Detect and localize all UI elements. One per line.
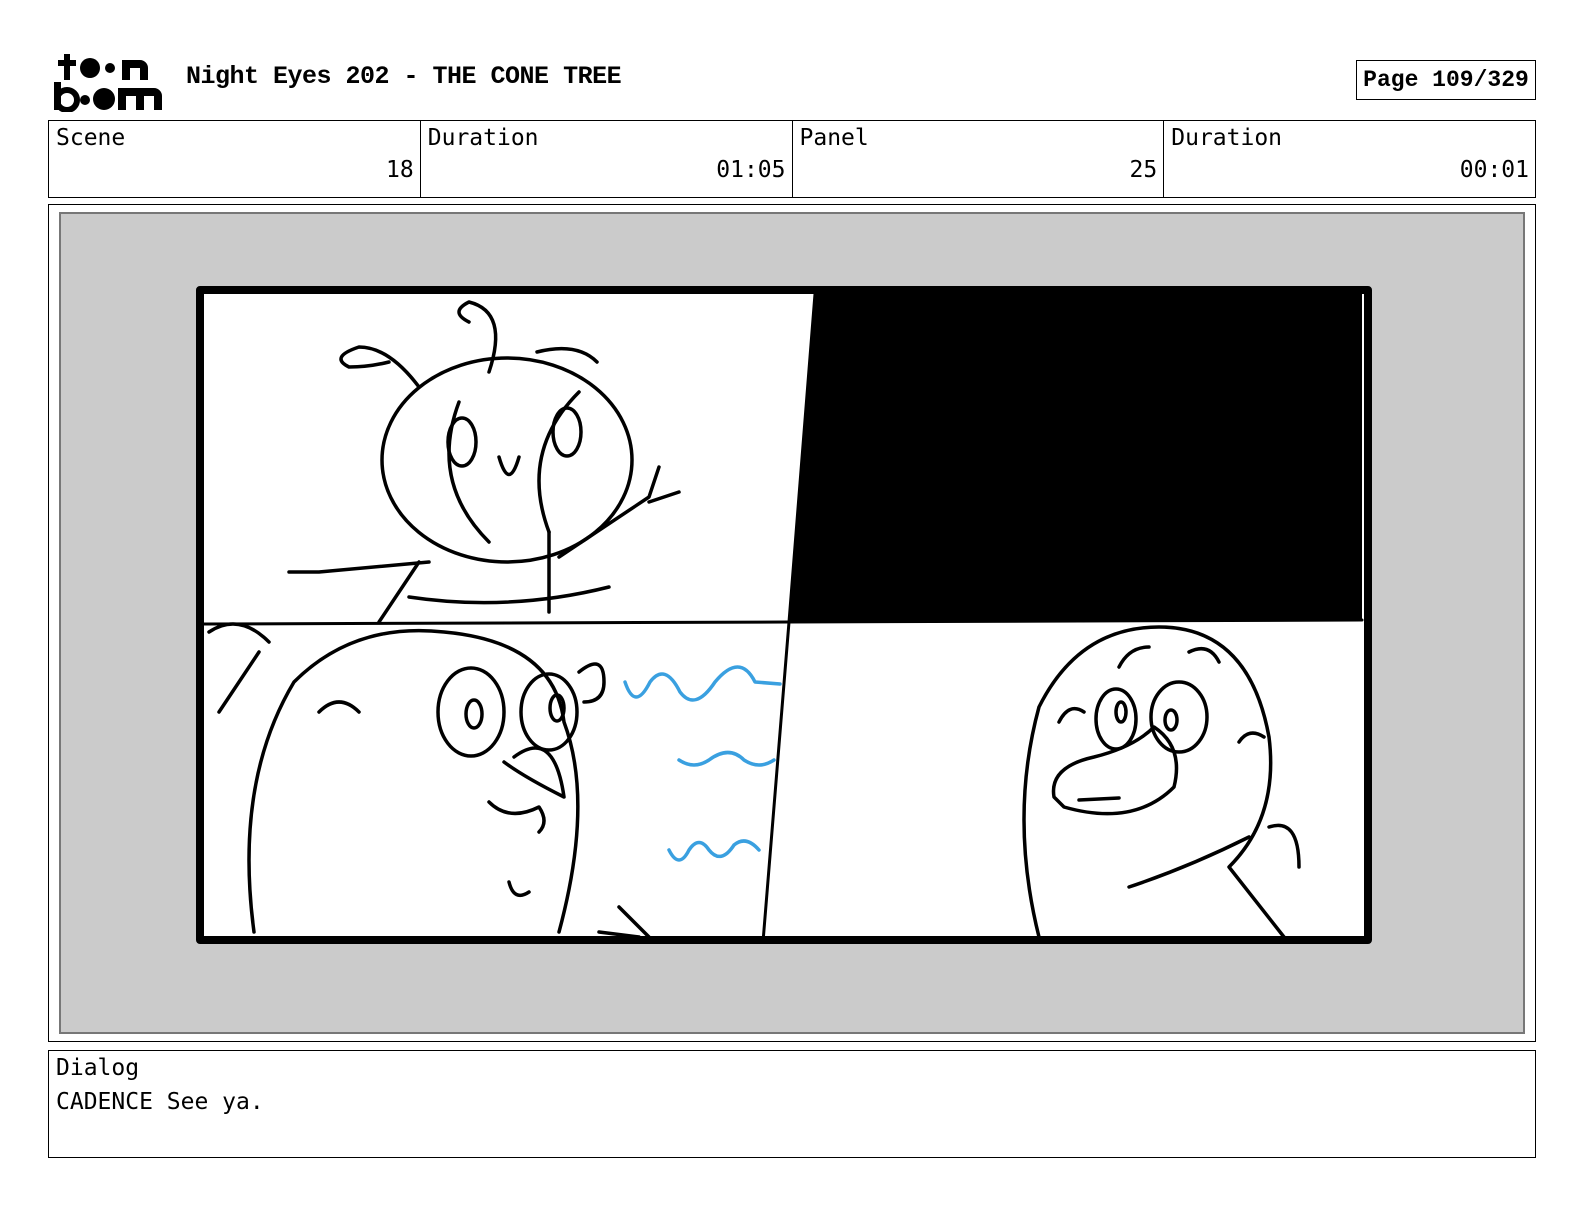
scene-duration-cell: Duration 01:05 — [421, 121, 793, 197]
scene-duration-value: 01:05 — [716, 157, 786, 183]
dialog-label: Dialog — [56, 1055, 140, 1081]
panel-info-row: Scene 18 Duration 01:05 Panel 25 Duratio… — [48, 120, 1536, 198]
toonboom-logo — [54, 54, 162, 112]
panel-duration-label: Duration — [1171, 125, 1283, 151]
panel-duration-cell: Duration 00:01 — [1164, 121, 1535, 197]
scene-value: 18 — [386, 157, 414, 183]
black-quadrant — [789, 294, 1362, 622]
panel-value: 25 — [1129, 157, 1158, 183]
storyboard-title: Night Eyes 202 - THE CONE TREE — [186, 62, 622, 91]
dialog-box: Dialog CADENCE See ya. — [48, 1050, 1536, 1158]
scene-label: Scene — [56, 125, 126, 151]
panel-duration-value: 00:01 — [1459, 157, 1529, 183]
storyboard-drawing — [196, 286, 1372, 944]
scene-cell: Scene 18 — [49, 121, 421, 197]
page-counter: Page 109/329 — [1356, 60, 1536, 100]
scene-duration-label: Duration — [427, 125, 539, 151]
panel-label: Panel — [799, 125, 869, 151]
dialog-text: CADENCE See ya. — [56, 1089, 264, 1115]
panel-cell: Panel 25 — [793, 121, 1165, 197]
